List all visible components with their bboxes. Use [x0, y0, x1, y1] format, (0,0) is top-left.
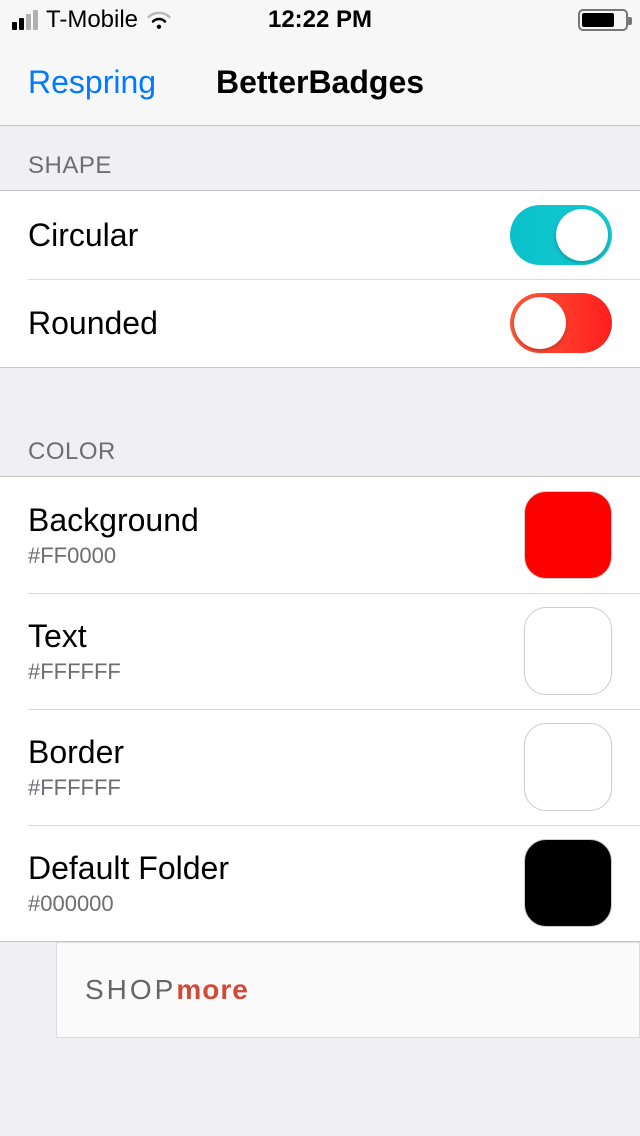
section-header-support: SUPPORT	[0, 1104, 640, 1136]
ad-text-a: SHOP	[85, 974, 176, 1006]
respring-button[interactable]: Respring	[28, 64, 156, 101]
row-shape-circular[interactable]: Circular	[0, 191, 640, 279]
ad-text-b: more	[176, 974, 248, 1006]
color-swatch-text[interactable]	[524, 607, 612, 695]
battery-icon	[578, 9, 628, 31]
toggle-circular[interactable]	[510, 205, 612, 265]
row-label: Border	[28, 734, 124, 771]
wifi-icon	[146, 10, 172, 30]
row-hex: #000000	[28, 891, 229, 917]
carrier-label: T-Mobile	[46, 6, 138, 34]
section-header-color: COLOR	[0, 368, 640, 476]
color-swatch-border[interactable]	[524, 723, 612, 811]
row-label: Text	[28, 618, 121, 655]
row-hex: #FFFFFF	[28, 659, 121, 685]
row-color-default-folder[interactable]: Default Folder #000000	[0, 825, 640, 941]
color-group: Background #FF0000 Text #FFFFFF Border #…	[0, 476, 640, 942]
row-color-text[interactable]: Text #FFFFFF	[0, 593, 640, 709]
status-bar: T-Mobile 12:22 PM	[0, 0, 640, 40]
row-color-background[interactable]: Background #FF0000	[0, 477, 640, 593]
row-color-border[interactable]: Border #FFFFFF	[0, 709, 640, 825]
color-swatch-background[interactable]	[524, 491, 612, 579]
row-label: Background	[28, 502, 199, 539]
toggle-rounded[interactable]	[510, 293, 612, 353]
row-label: Circular	[28, 217, 138, 254]
row-hex: #FF0000	[28, 543, 199, 569]
ad-banner[interactable]: SHOPmore	[56, 942, 640, 1038]
row-hex: #FFFFFF	[28, 775, 124, 801]
shape-group: Circular Rounded	[0, 190, 640, 368]
color-swatch-default-folder[interactable]	[524, 839, 612, 927]
nav-bar: Respring BetterBadges	[0, 40, 640, 126]
section-header-shape: SHAPE	[0, 126, 640, 190]
row-label: Default Folder	[28, 850, 229, 887]
row-shape-rounded[interactable]: Rounded	[0, 279, 640, 367]
cellular-signal-icon	[12, 10, 38, 30]
row-label: Rounded	[28, 305, 158, 342]
